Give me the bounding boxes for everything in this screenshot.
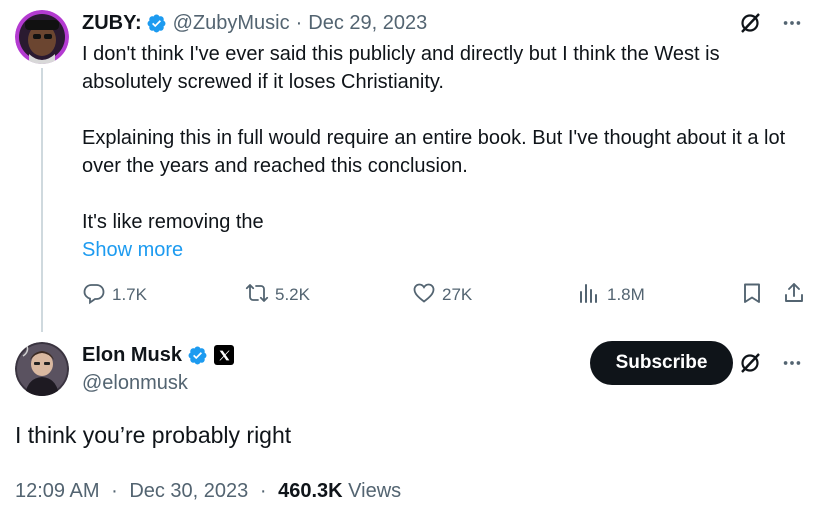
tweet-time[interactable]: 12:09 AM [15,480,100,502]
share-icon [782,281,806,310]
grok-icon[interactable] [737,350,763,376]
like-button[interactable]: 27K [412,279,472,311]
parent-tweet-text: I don't think I've ever said this public… [82,40,810,236]
parent-tweet-date[interactable]: Dec 29, 2023 [308,12,427,35]
main-author-name[interactable]: Elon Musk [82,344,182,367]
main-tweet-top-actions [737,350,805,376]
more-icon[interactable] [779,350,805,376]
x-logo-icon [214,345,235,365]
share-button[interactable] [782,279,806,311]
repost-count: 5.2K [275,285,310,304]
repost-button[interactable]: 5.2K [245,279,310,311]
parent-tweet-top-actions [737,10,805,36]
parent-tweet-header: ZUBY: @ZubyMusic · Dec 29, 2023 [82,9,427,37]
tweet-paragraph: It's like removing the [82,211,264,233]
meta-separator: · [259,480,267,502]
reply-icon [82,281,106,310]
like-icon [412,281,436,310]
tweet-paragraph: Explaining this in full would require an… [82,127,786,177]
main-author-handle[interactable]: @elonmusk [82,369,188,397]
reply-count: 1.7K [112,285,147,304]
parent-author-name[interactable]: ZUBY: [82,12,142,35]
main-tweet-meta: 12:09 AM · Dec 30, 2023 · 460.3K Views [15,478,401,504]
tweet-date[interactable]: Dec 30, 2023 [129,480,248,502]
thread-connector-line [41,68,43,332]
like-count: 27K [442,285,473,304]
main-tweet-text: I think you’re probably right [15,422,292,448]
verified-badge-icon [146,13,167,34]
subscribe-button[interactable]: Subscribe [590,341,733,385]
reply-button[interactable]: 1.7K [82,279,147,311]
parent-author-handle[interactable]: @ZubyMusic [173,12,290,35]
views-count: 1.8M [607,285,645,304]
bookmark-icon [740,281,764,310]
grok-icon[interactable] [737,10,763,36]
header-separator: · [295,11,303,34]
bookmark-button[interactable] [740,279,764,311]
tweet-views-label: Views [348,480,402,502]
more-icon[interactable] [779,10,805,36]
tweet-views-count[interactable]: 460.3K [278,480,343,502]
repost-icon [245,281,269,310]
parent-tweet-action-bar: 1.7K 5.2K 27K 1.8M [82,279,810,311]
tweet-paragraph: I don't think I've ever said this public… [82,43,720,93]
zuby-avatar[interactable] [15,10,69,64]
main-tweet-author-row: Elon Musk [82,341,235,369]
verified-badge-icon [187,345,208,366]
elon-avatar[interactable] [15,342,69,396]
views-button[interactable]: 1.8M [577,279,645,311]
meta-separator: · [111,480,118,502]
show-more-link[interactable]: Show more [82,236,183,264]
views-icon [577,281,601,310]
